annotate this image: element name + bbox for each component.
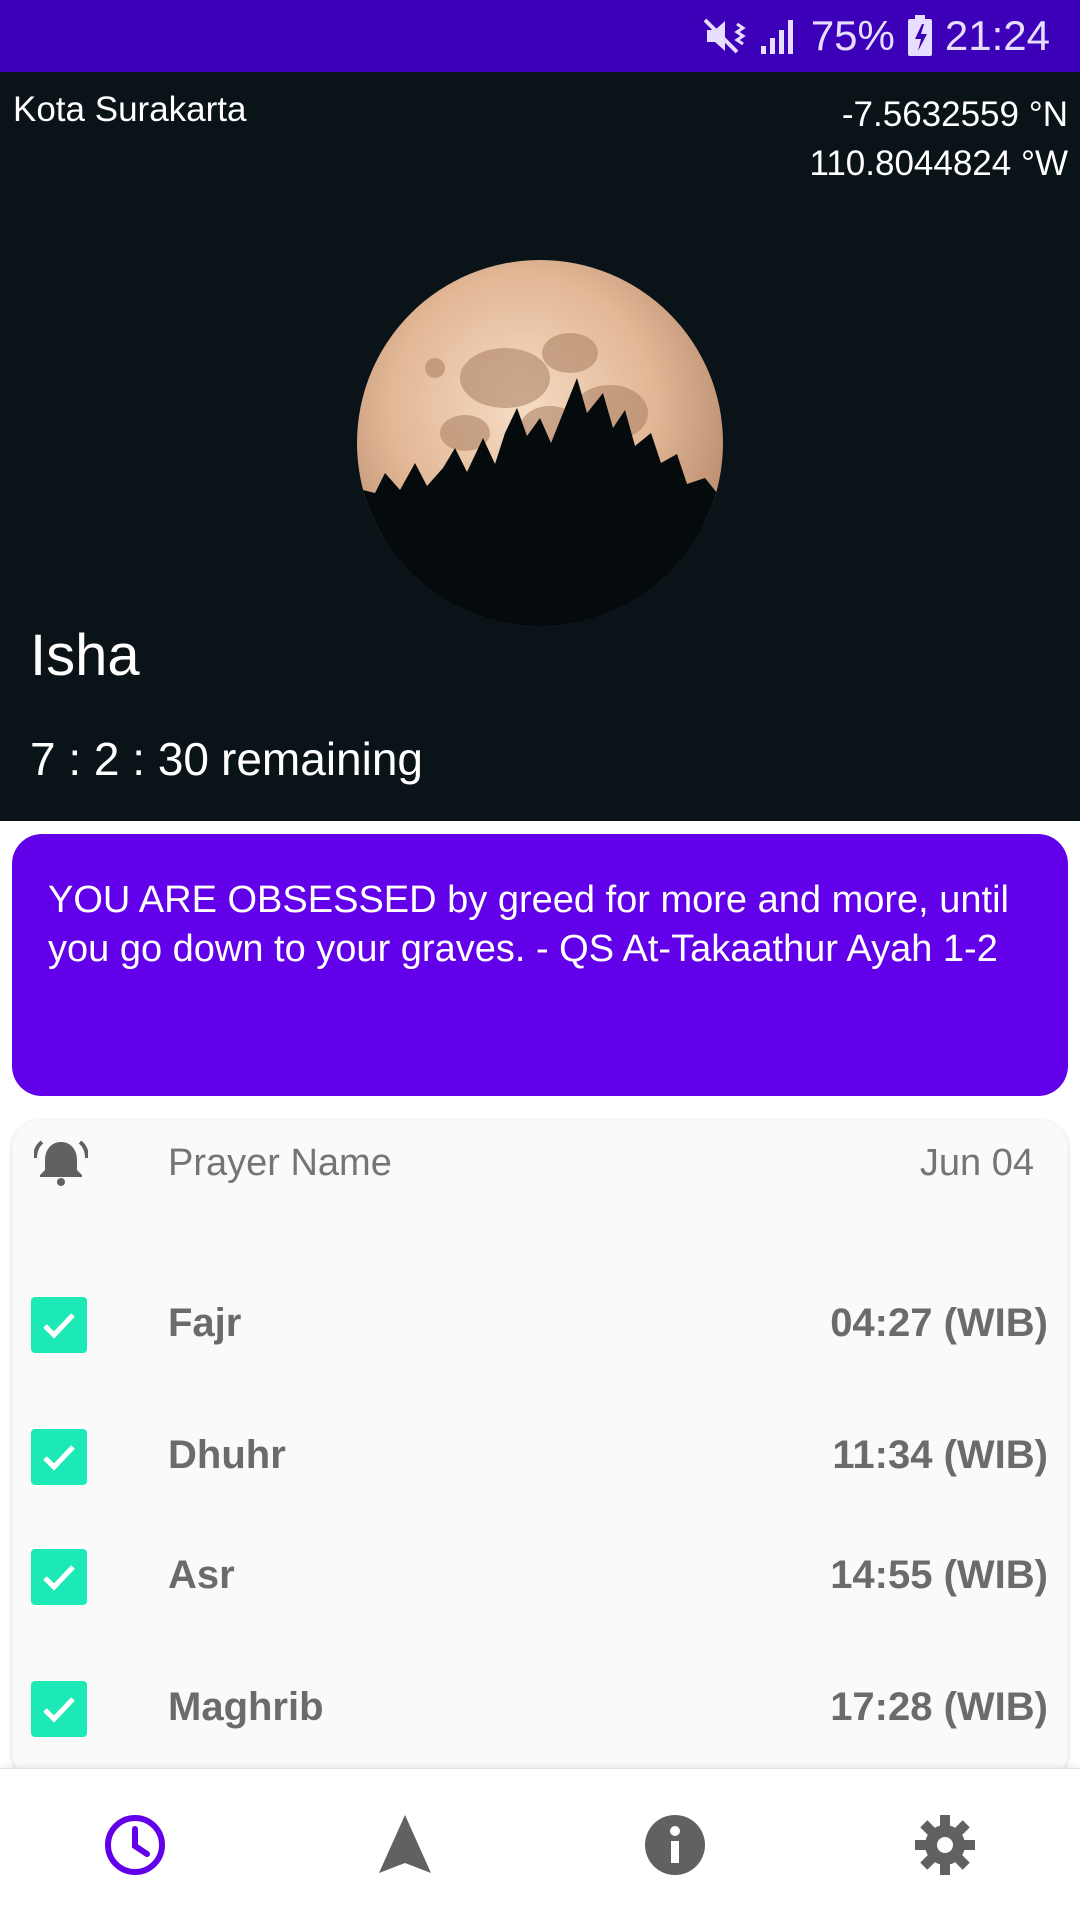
nav-prayer-times[interactable] xyxy=(0,1769,270,1921)
table-row-maghrib: Maghrib 17:28 (WIB) xyxy=(12,1659,1068,1759)
settings-gear-icon xyxy=(915,1815,975,1875)
check-icon xyxy=(43,1697,75,1723)
prayer-schedule-table: Prayer Name Jun 04 Fajr 04:27 (WIB) Dhuh… xyxy=(12,1120,1068,1780)
battery-charging-icon xyxy=(907,15,933,57)
quote-card: YOU ARE OBSESSED by greed for more and m… xyxy=(12,834,1068,1096)
table-header: Prayer Name Jun 04 xyxy=(12,1120,1068,1200)
prayer-time: 17:28 (WIB) xyxy=(830,1685,1048,1729)
fajr-checkbox[interactable] xyxy=(31,1297,87,1353)
nav-qibla[interactable] xyxy=(270,1769,540,1921)
maghrib-checkbox[interactable] xyxy=(31,1681,87,1737)
prayer-time: 04:27 (WIB) xyxy=(830,1301,1048,1345)
table-row-asr: Asr 14:55 (WIB) xyxy=(12,1527,1068,1627)
prayer-name: Fajr xyxy=(168,1301,242,1345)
signal-icon xyxy=(759,16,799,56)
prayer-hero: Kota Surakarta -7.5632559 °N 110.8044824… xyxy=(0,72,1080,821)
countdown-time: 7 : 2 : 30 xyxy=(30,733,210,785)
asr-checkbox[interactable] xyxy=(31,1549,87,1605)
prayer-name: Dhuhr xyxy=(168,1433,286,1477)
nav-info[interactable] xyxy=(540,1769,810,1921)
nav-settings[interactable] xyxy=(810,1769,1080,1921)
status-bar: 75% 21:24 xyxy=(0,0,1080,72)
mute-vibrate-icon xyxy=(703,16,747,56)
latitude: -7.5632559 °N xyxy=(841,95,1068,134)
table-row-fajr: Fajr 04:27 (WIB) xyxy=(12,1275,1068,1375)
countdown-suffix: remaining xyxy=(221,733,424,785)
clock-time: 21:24 xyxy=(944,12,1050,59)
bottom-navigation xyxy=(0,1768,1080,1921)
current-prayer-name: Isha xyxy=(30,623,140,688)
check-icon xyxy=(43,1445,75,1471)
battery-percent: 75% xyxy=(810,12,895,59)
prayer-time: 14:55 (WIB) xyxy=(830,1553,1048,1597)
countdown: 7 : 2 : 30 remaining xyxy=(30,732,423,786)
info-icon xyxy=(645,1815,705,1875)
header-date: Jun 04 xyxy=(919,1142,1034,1184)
prayer-name: Asr xyxy=(168,1553,235,1597)
longitude: 110.8044824 °W xyxy=(809,144,1068,183)
quote-text: YOU ARE OBSESSED by greed for more and m… xyxy=(48,879,1009,970)
prayer-name: Maghrib xyxy=(168,1685,324,1729)
header-prayer-name: Prayer Name xyxy=(168,1142,392,1184)
navigation-arrow-icon xyxy=(379,1815,431,1873)
alarm-bell-icon xyxy=(33,1136,89,1191)
table-row-dhuhr: Dhuhr 11:34 (WIB) xyxy=(12,1407,1068,1507)
prayer-time: 11:34 (WIB) xyxy=(832,1433,1048,1477)
moon-image xyxy=(355,258,725,628)
coordinates: -7.5632559 °N 110.8044824 °W xyxy=(809,90,1068,188)
clock-icon xyxy=(105,1815,165,1875)
dhuhr-checkbox[interactable] xyxy=(31,1429,87,1485)
city-name: Kota Surakarta xyxy=(13,90,247,129)
check-icon xyxy=(43,1313,75,1339)
check-icon xyxy=(43,1565,75,1591)
